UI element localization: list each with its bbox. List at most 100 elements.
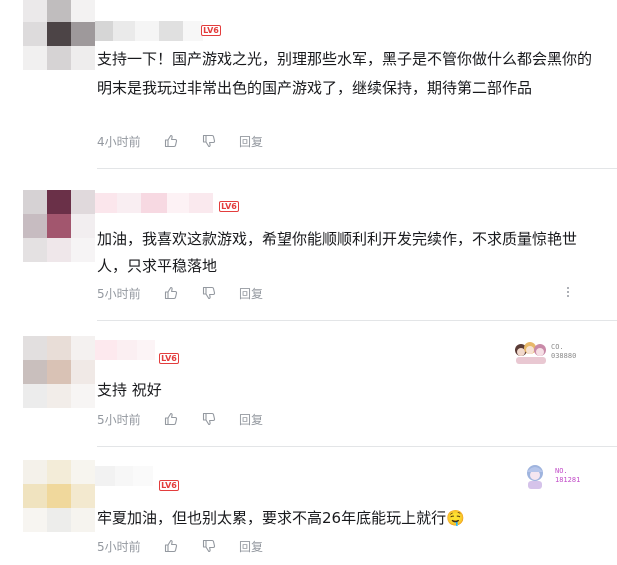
reply-button[interactable]: 回复 — [239, 411, 263, 428]
divider — [97, 168, 617, 169]
avatar-pixel — [23, 484, 47, 508]
avatar-pixel — [71, 214, 95, 238]
avatar-pixel — [71, 22, 95, 46]
badge-line2: 181281 — [555, 476, 581, 484]
avatar-pixel — [47, 190, 71, 214]
username-pixel — [95, 21, 113, 41]
divider — [97, 446, 617, 447]
avatar-pixel — [71, 46, 95, 70]
avatar-pixel — [23, 508, 47, 532]
comment-text: 支持一下！国产游戏之光，别理那些水军，黑子是不管你做什么都会黑你的 明末是我玩过… — [97, 46, 602, 102]
like-icon[interactable] — [163, 538, 179, 554]
avatar[interactable] — [23, 336, 95, 408]
avatar-pixel — [47, 484, 71, 508]
more-options-icon[interactable] — [567, 287, 571, 297]
badge-text: NO. 181281 — [555, 467, 580, 485]
badge-line1: CO. — [551, 343, 564, 351]
level-badge: LV6 — [219, 201, 239, 212]
avatar-pixel — [23, 460, 47, 484]
avatar-pixel — [47, 22, 71, 46]
username-pixel — [95, 193, 117, 213]
avatar-pixel — [71, 508, 95, 532]
comment-text-line: 明末是我玩过非常出色的国产游戏了，继续保持，期待第二部作品 — [97, 79, 533, 97]
username-pixel — [95, 466, 115, 486]
badge-line2: 038880 — [551, 352, 577, 360]
avatar-pixel — [71, 0, 95, 22]
avatar-pixel — [71, 336, 95, 360]
avatar-pixel — [47, 460, 71, 484]
comment-meta: 4小时前 回复 — [97, 133, 263, 149]
avatar[interactable] — [23, 0, 95, 70]
username-pixel — [115, 466, 133, 486]
timestamp: 5小时前 — [97, 539, 141, 554]
username-pixel — [183, 21, 203, 41]
like-icon[interactable] — [163, 133, 179, 149]
avatar-pixel — [71, 238, 95, 262]
avatar-pixel — [23, 22, 47, 46]
avatar-pixel — [23, 238, 47, 262]
timestamp: 5小时前 — [97, 286, 141, 301]
username-pixel — [113, 21, 135, 41]
comment-text: 加油，我喜欢这款游戏，希望你能顺顺利利开发完续作，不求质量惊艳世人，只求平稳落地 — [97, 230, 578, 275]
username-pixel — [133, 466, 153, 486]
avatar-pixel — [47, 384, 71, 408]
like-icon[interactable] — [163, 285, 179, 301]
username-pixel — [95, 340, 117, 360]
username-pixel — [141, 193, 167, 213]
avatar[interactable] — [23, 190, 95, 262]
avatar-pixel — [71, 384, 95, 408]
reply-button[interactable]: 回复 — [239, 133, 263, 150]
drool-emoji-icon: 🤤 — [446, 509, 465, 527]
dislike-icon[interactable] — [201, 538, 217, 554]
reply-button[interactable]: 回复 — [239, 538, 263, 555]
comment-text: 支持 祝好 — [97, 381, 162, 399]
avatar-pixel — [23, 336, 47, 360]
username[interactable] — [95, 466, 153, 486]
username-pixel — [117, 340, 137, 360]
fan-medal-badge: NO. 181281 — [523, 462, 580, 490]
comment-text-body: 牢夏加油，但也别太累，要求不高26年底能玩上就行 — [97, 509, 447, 527]
username[interactable] — [95, 21, 203, 41]
avatar-pixel — [47, 508, 71, 532]
avatar-pixel — [47, 336, 71, 360]
avatar-pixel — [71, 460, 95, 484]
comment-text: 牢夏加油，但也别太累，要求不高26年底能玩上就行🤤 — [97, 505, 602, 532]
reply-button[interactable]: 回复 — [239, 285, 263, 302]
avatar-pixel — [47, 214, 71, 238]
avatar-pixel — [71, 484, 95, 508]
comment-meta: 5小时前 回复 — [97, 285, 263, 301]
dislike-icon[interactable] — [201, 285, 217, 301]
username-pixel — [117, 193, 141, 213]
badge-text: CO. 038880 — [551, 343, 576, 361]
avatar-pixel — [47, 0, 71, 22]
avatar-pixel — [23, 214, 47, 238]
avatar[interactable] — [23, 460, 95, 532]
username-pixel — [137, 340, 155, 360]
username-pixel — [167, 193, 189, 213]
username[interactable] — [95, 193, 213, 213]
timestamp: 4小时前 — [97, 134, 141, 149]
avatar-pixel — [47, 360, 71, 384]
divider — [97, 320, 617, 321]
dislike-icon[interactable] — [201, 411, 217, 427]
avatar-pixel — [23, 0, 47, 22]
avatar-pixel — [23, 384, 47, 408]
timestamp: 5小时前 — [97, 412, 141, 427]
like-icon[interactable] — [163, 411, 179, 427]
avatar-pixel — [71, 190, 95, 214]
level-badge: LV6 — [201, 25, 221, 36]
level-badge: LV6 — [159, 480, 179, 491]
avatar-pixel — [47, 46, 71, 70]
badge-line1: NO. — [555, 467, 568, 475]
comment-meta: 5小时前 回复 — [97, 411, 263, 427]
avatar-pixel — [23, 190, 47, 214]
avatar-pixel — [47, 238, 71, 262]
avatar-characters-icon — [513, 338, 549, 366]
username-pixel — [159, 21, 183, 41]
avatar-pixel — [23, 46, 47, 70]
username[interactable] — [95, 340, 155, 360]
fan-medal-badge: CO. 038880 — [513, 338, 576, 366]
dislike-icon[interactable] — [201, 133, 217, 149]
avatar-character-icon — [523, 462, 547, 490]
username-pixel — [189, 193, 213, 213]
